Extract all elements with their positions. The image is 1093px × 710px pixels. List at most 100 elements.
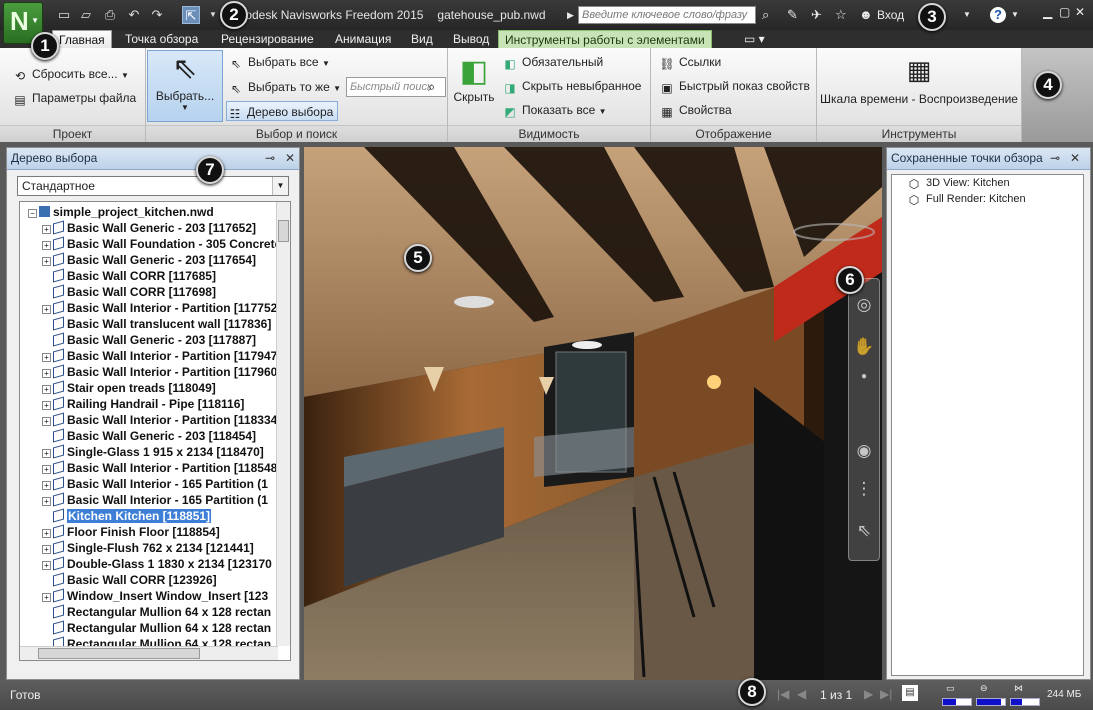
walk-icon[interactable]: ⋮ bbox=[849, 479, 879, 499]
expand-icon[interactable]: + bbox=[42, 385, 51, 394]
tree-item[interactable]: + Window_Insert Window_Insert [123 bbox=[42, 588, 268, 604]
hide-button[interactable]: ◧ Скрыть bbox=[452, 54, 496, 106]
select-all-button[interactable]: ⇖ Выбрать все ▼ bbox=[228, 52, 330, 72]
require-button[interactable]: ◧ Обязательный bbox=[502, 52, 603, 72]
expand-icon[interactable]: + bbox=[42, 417, 51, 426]
login-dropdown-icon[interactable]: ▼ bbox=[963, 6, 971, 24]
zoom-icon[interactable]: ● bbox=[849, 371, 879, 382]
close-button[interactable]: ✕ bbox=[1075, 5, 1085, 19]
viewpoint-item[interactable]: ⬡ Full Render: Kitchen bbox=[906, 191, 1026, 207]
tree-item[interactable]: + Basic Wall Interior - Partition [117752 bbox=[42, 300, 277, 316]
wrench-icon[interactable]: ✎ bbox=[787, 6, 798, 24]
redo-icon[interactable]: ↷ bbox=[148, 6, 166, 24]
expand-icon[interactable]: + bbox=[42, 497, 51, 506]
scroll-thumb[interactable] bbox=[278, 220, 289, 242]
expand-icon[interactable]: + bbox=[42, 401, 51, 410]
tree-item[interactable]: + Single-Glass 1 915 x 2134 [118470] bbox=[42, 444, 264, 460]
pin-icon[interactable]: ⊸ bbox=[1050, 148, 1060, 169]
tree-item[interactable]: Basic Wall CORR [117685] bbox=[42, 268, 216, 284]
close-icon[interactable]: ✕ bbox=[1070, 148, 1080, 169]
tree-item[interactable]: + Basic Wall Generic - 203 [117654] bbox=[42, 252, 256, 268]
expand-icon[interactable]: + bbox=[42, 545, 51, 554]
satellite-icon[interactable]: ✈ bbox=[811, 6, 822, 24]
hide-unselected-button[interactable]: ◨ Скрыть невыбранное bbox=[502, 76, 641, 96]
tree-item[interactable]: Basic Wall translucent wall [117836] bbox=[42, 316, 271, 332]
quick-find-icon[interactable]: ⌕ bbox=[428, 79, 435, 95]
tab-output[interactable]: Вывод bbox=[447, 30, 495, 48]
tree-item[interactable]: + Basic Wall Interior - 165 Partition (1 bbox=[42, 476, 268, 492]
tree-root[interactable]: − simple_project_kitchen.nwd bbox=[28, 204, 214, 220]
ribbon-minimize-toggle[interactable]: ▭ ▾ bbox=[738, 30, 771, 48]
maximize-button[interactable]: ▢ bbox=[1059, 5, 1070, 19]
tree-item[interactable]: Kitchen Kitchen [118851] bbox=[42, 508, 212, 524]
login-link[interactable]: Вход bbox=[877, 8, 904, 22]
select-button[interactable]: ⇖ Выбрать... ▼ bbox=[147, 50, 223, 122]
expand-icon[interactable]: + bbox=[42, 529, 51, 538]
steering-wheel-icon[interactable]: ◎ bbox=[849, 295, 879, 315]
tree-item[interactable]: + Basic Wall Interior - Partition [117960 bbox=[42, 364, 277, 380]
saved-viewpoints-list[interactable]: ⬡ 3D View: Kitchen ⬡ Full Render: Kitchen bbox=[891, 174, 1084, 676]
tab-item-tools[interactable]: Инструменты работы с элементами bbox=[498, 30, 712, 48]
quick-properties-button[interactable]: ▣ Быстрый показ свойств bbox=[659, 76, 810, 96]
undo-icon[interactable]: ↶ bbox=[125, 6, 143, 24]
expand-icon[interactable]: + bbox=[42, 369, 51, 378]
tree-item[interactable]: Basic Wall Generic - 203 [118454] bbox=[42, 428, 256, 444]
viewpoint-item[interactable]: ⬡ 3D View: Kitchen bbox=[906, 175, 1010, 191]
print-icon[interactable]: ⎙ bbox=[101, 6, 119, 24]
select-same-button[interactable]: ⇖ Выбрать то же ▼ bbox=[228, 77, 341, 97]
tab-animation[interactable]: Анимация bbox=[329, 30, 397, 48]
prev-page-icon[interactable]: ◀ bbox=[797, 687, 806, 701]
tab-viewpoint[interactable]: Точка обзора bbox=[119, 30, 204, 48]
tree-item[interactable]: + Basic Wall Foundation - 305 Concrete bbox=[42, 236, 281, 252]
tree-item[interactable]: Basic Wall Generic - 203 [117887] bbox=[42, 332, 256, 348]
tree-item[interactable]: + Basic Wall Interior - 165 Partition (1 bbox=[42, 492, 268, 508]
tree-mode-select[interactable]: Стандартное ▼ bbox=[17, 176, 289, 196]
tab-home[interactable]: Главная bbox=[52, 30, 112, 48]
tree-item[interactable]: + Railing Handrail - Pipe [118116] bbox=[42, 396, 244, 412]
tree-item[interactable]: + Stair open treads [118049] bbox=[42, 380, 216, 396]
help-dropdown-icon[interactable]: ▼ bbox=[1011, 6, 1019, 24]
star-icon[interactable]: ☆ bbox=[835, 6, 847, 24]
expand-icon[interactable]: + bbox=[42, 593, 51, 602]
close-icon[interactable]: ✕ bbox=[285, 148, 295, 169]
selection-tree[interactable]: − simple_project_kitchen.nwd + Basic Wall … bbox=[19, 201, 291, 661]
tree-item[interactable]: Rectangular Mullion 64 x 128 rectan bbox=[42, 620, 271, 636]
unhide-all-button[interactable]: ◩ Показать все ▼ bbox=[502, 100, 606, 120]
links-button[interactable]: ⛓ Ссылки bbox=[659, 52, 721, 72]
expand-icon[interactable]: + bbox=[42, 225, 51, 234]
tree-item[interactable]: + Basic Wall Interior - Partition [118548 bbox=[42, 460, 277, 476]
tree-item[interactable]: + Basic Wall Interior - Partition [118334 bbox=[42, 412, 277, 428]
pan-hand-icon[interactable]: ✋ bbox=[849, 337, 879, 357]
tree-item[interactable]: + Basic Wall Interior - Partition [117947 bbox=[42, 348, 277, 364]
binoculars-icon[interactable]: ⌕ bbox=[762, 6, 769, 24]
open-file-icon[interactable]: ▱ bbox=[77, 6, 95, 24]
tree-item[interactable]: Basic Wall CORR [123926] bbox=[42, 572, 217, 588]
tree-item[interactable]: + Floor Finish Floor [118854] bbox=[42, 524, 220, 540]
last-page-icon[interactable]: ▶| bbox=[880, 687, 892, 701]
3d-viewport[interactable] bbox=[304, 147, 882, 680]
new-file-icon[interactable]: ▭ bbox=[55, 6, 73, 24]
orbit-icon[interactable]: ◉ bbox=[849, 441, 879, 461]
tree-vertical-scrollbar[interactable] bbox=[276, 202, 290, 646]
expand-icon[interactable]: + bbox=[42, 353, 51, 362]
tree-horizontal-scrollbar[interactable] bbox=[20, 646, 278, 660]
collapse-icon[interactable]: − bbox=[28, 209, 37, 218]
expand-icon[interactable]: + bbox=[42, 241, 51, 250]
select-cursor-icon[interactable]: ⇱ bbox=[182, 6, 200, 24]
search-input[interactable]: Введите ключевое слово/фразу bbox=[578, 6, 756, 24]
file-options-button[interactable]: ▤ Параметры файла bbox=[12, 88, 136, 108]
pin-icon[interactable]: ⊸ bbox=[265, 148, 275, 169]
tree-item[interactable]: Rectangular Mullion 64 x 128 rectan bbox=[42, 604, 271, 620]
tree-item[interactable]: + Single-Flush 762 x 2134 [121441] bbox=[42, 540, 254, 556]
expand-icon[interactable]: + bbox=[42, 305, 51, 314]
tab-view[interactable]: Вид bbox=[405, 30, 439, 48]
tree-item[interactable]: + Basic Wall Generic - 203 [117652] bbox=[42, 220, 256, 236]
first-page-icon[interactable]: |◀ bbox=[777, 687, 789, 701]
timeliner-button[interactable]: ▦ Шкала времени - Воспроизведение bbox=[819, 52, 1019, 108]
help-icon[interactable]: ? bbox=[990, 7, 1006, 23]
tree-item[interactable]: + Double-Glass 1 1830 x 2134 [123170 bbox=[42, 556, 272, 572]
expand-icon[interactable]: + bbox=[42, 561, 51, 570]
next-page-icon[interactable]: ▶ bbox=[864, 687, 873, 701]
expand-icon[interactable]: + bbox=[42, 257, 51, 266]
select-cursor-icon[interactable]: ⇖ bbox=[849, 521, 879, 541]
